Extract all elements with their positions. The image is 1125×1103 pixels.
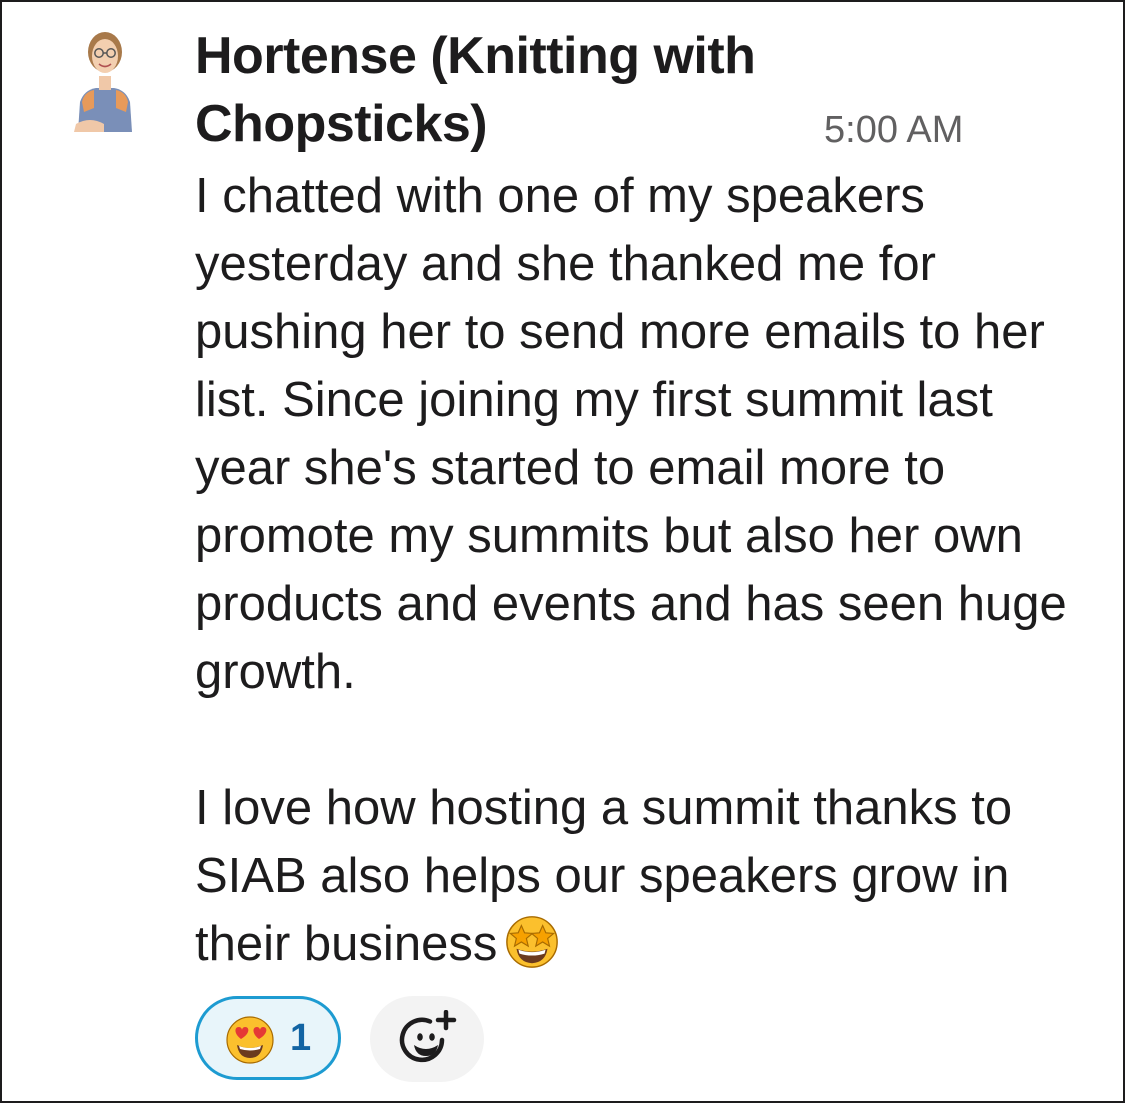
add-emoji-icon	[399, 1010, 457, 1063]
sender-name[interactable]: Hortense (Knitting with Chopsticks)	[195, 22, 835, 158]
message-paragraph-2-text: I love how hosting a summit thanks to SI…	[195, 781, 1013, 971]
add-reaction-button[interactable]	[370, 996, 484, 1082]
reaction-heart-eyes[interactable]: 1	[195, 996, 341, 1080]
reaction-count: 1	[290, 1017, 312, 1059]
message-paragraph-2: I love how hosting a summit thanks to SI…	[195, 774, 1095, 978]
avatar[interactable]	[74, 28, 136, 132]
message-timestamp[interactable]: 5:00 AM	[824, 108, 963, 152]
heart-eyes-emoji-icon	[226, 1016, 274, 1064]
message-body: I chatted with one of my speakers yester…	[195, 162, 1095, 978]
star-struck-emoji-icon	[506, 916, 559, 968]
message-paragraph-1: I chatted with one of my speakers yester…	[195, 169, 1067, 699]
message-frame: Hortense (Knitting with Chopsticks) 5:00…	[0, 0, 1125, 1103]
